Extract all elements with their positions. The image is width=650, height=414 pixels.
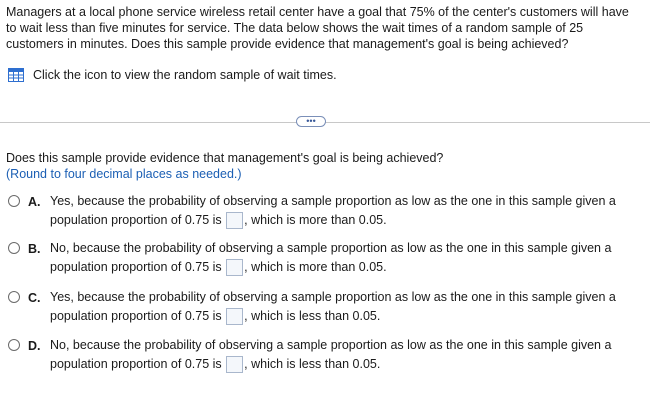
option-c-answer-input[interactable] bbox=[226, 308, 244, 325]
option-a-text: Yes, because the probability of observin… bbox=[50, 192, 645, 230]
option-b-radio[interactable] bbox=[8, 242, 20, 254]
table-icon[interactable] bbox=[8, 68, 24, 82]
option-c-text-after: , which is less than 0.05. bbox=[244, 309, 381, 323]
option-c-radio[interactable] bbox=[8, 291, 20, 303]
option-c-text: Yes, because the probability of observin… bbox=[50, 288, 645, 326]
option-b-letter: B. bbox=[28, 242, 41, 256]
option-b-answer-input[interactable] bbox=[226, 259, 244, 276]
option-d-answer-input[interactable] bbox=[226, 356, 244, 373]
option-a-radio[interactable] bbox=[8, 195, 20, 207]
option-d-radio[interactable] bbox=[8, 339, 20, 351]
expand-more-button[interactable]: ••• bbox=[296, 116, 326, 127]
data-link-text: Click the icon to view the random sample… bbox=[33, 68, 337, 82]
question-text: Does this sample provide evidence that m… bbox=[6, 151, 444, 165]
option-b-text-after: , which is more than 0.05. bbox=[244, 260, 387, 274]
option-a-letter: A. bbox=[28, 195, 41, 209]
option-d-text: No, because the probability of observing… bbox=[50, 336, 645, 374]
question-block: Does this sample provide evidence that m… bbox=[6, 150, 443, 182]
option-a-text-after: , which is more than 0.05. bbox=[244, 213, 387, 227]
option-c-letter: C. bbox=[28, 291, 41, 305]
option-d-text-after: , which is less than 0.05. bbox=[244, 357, 381, 371]
option-a-answer-input[interactable] bbox=[226, 212, 244, 229]
problem-statement: Managers at a local phone service wirele… bbox=[6, 5, 629, 51]
option-d-letter: D. bbox=[28, 339, 41, 353]
rounding-hint: (Round to four decimal places as needed.… bbox=[6, 167, 242, 181]
option-b-text: No, because the probability of observing… bbox=[50, 239, 645, 277]
data-link-row: Click the icon to view the random sample… bbox=[8, 68, 337, 82]
